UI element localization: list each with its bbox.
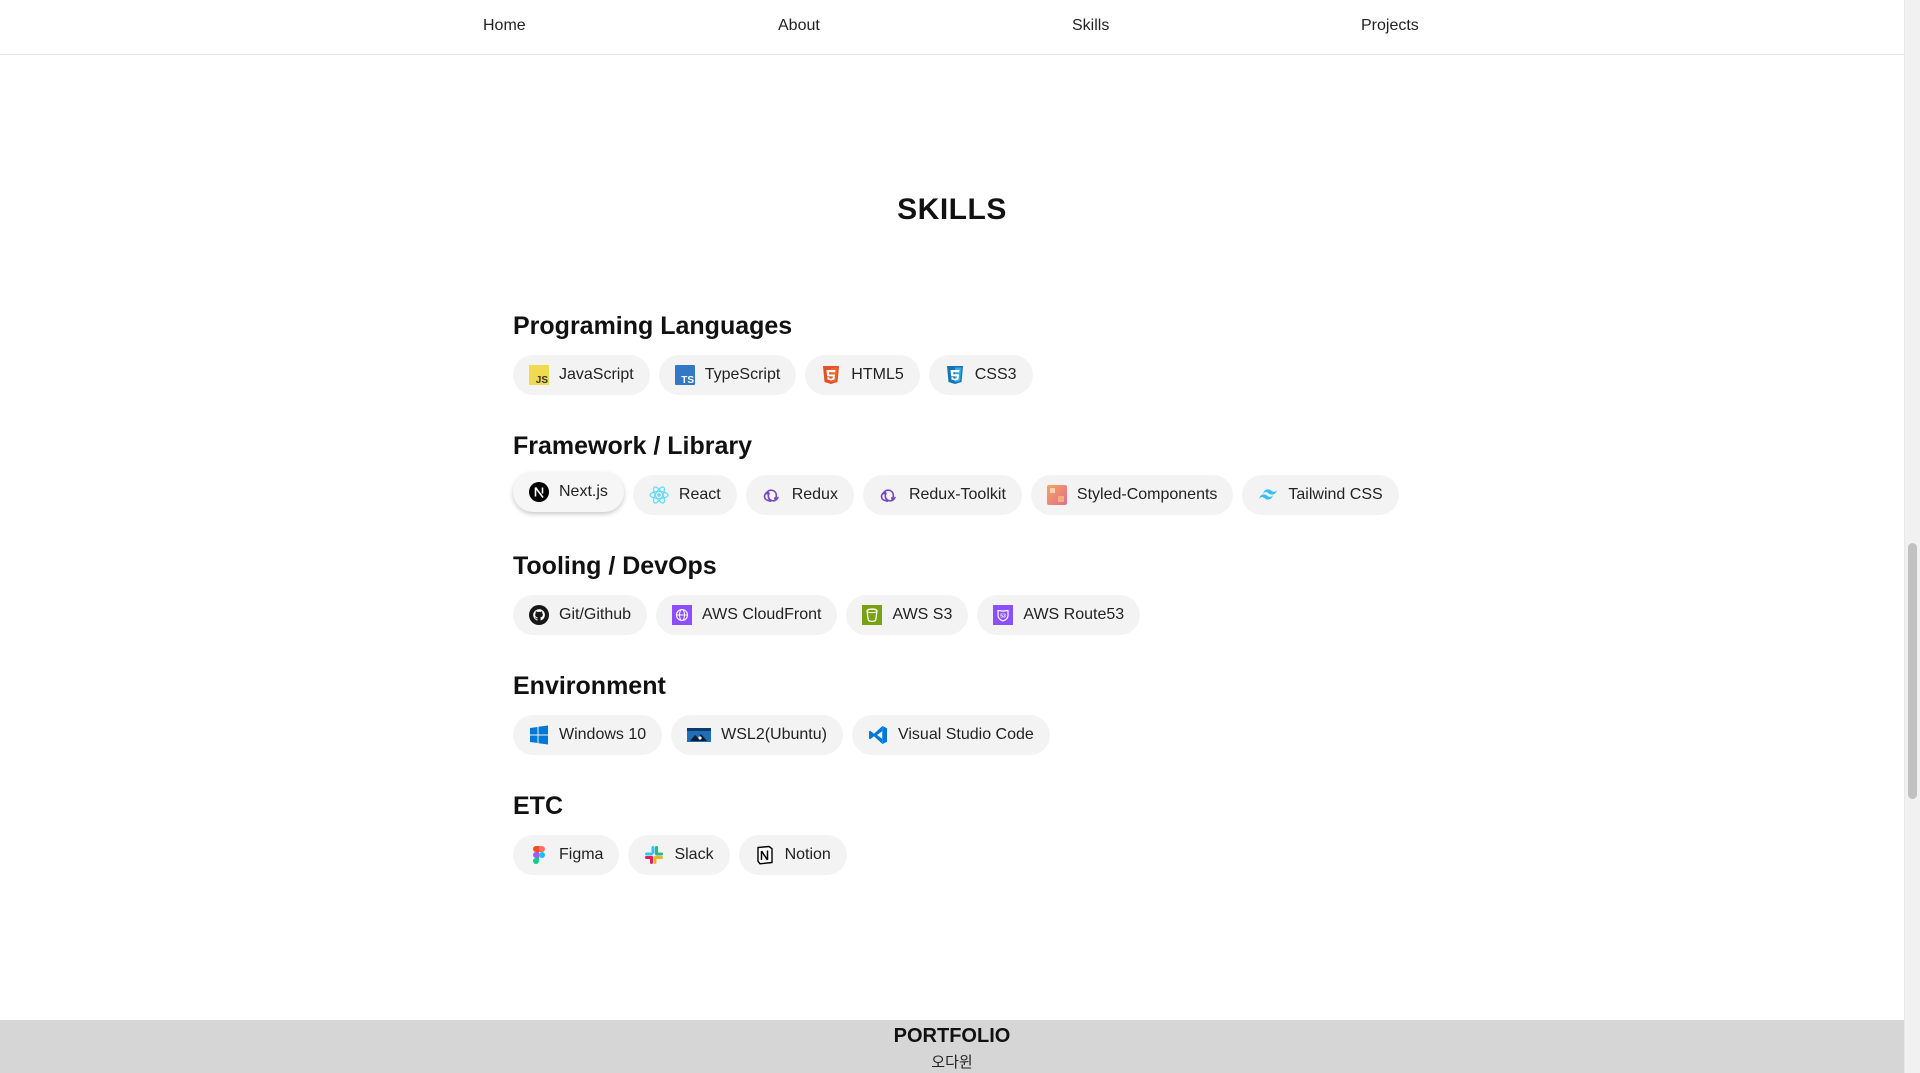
skill-group-environment: Environment Windows 10 WSL2(Ubuntu) Visu… — [513, 669, 1413, 789]
figma-icon — [529, 845, 549, 865]
skill-label: AWS S3 — [892, 606, 953, 623]
skills-section: Programing Languages JS JavaScript TS Ty… — [513, 309, 1413, 909]
scrollbar-thumb[interactable] — [1908, 543, 1917, 799]
skill-chip-slack[interactable]: Slack — [628, 835, 730, 875]
skill-chip-html5[interactable]: HTML5 — [805, 355, 920, 395]
css3-icon — [945, 365, 965, 385]
skill-chip-aws-route53[interactable]: 53 AWS Route53 — [977, 595, 1141, 635]
svg-text:TS: TS — [681, 375, 694, 385]
skill-chip-figma[interactable]: Figma — [513, 835, 620, 875]
github-icon — [529, 605, 549, 625]
skill-label: Slack — [674, 846, 714, 863]
skill-chip-notion[interactable]: Notion — [738, 835, 847, 875]
skill-label: React — [678, 486, 721, 503]
skill-chip-github[interactable]: Git/Github — [513, 595, 648, 635]
styled-components-icon — [1046, 485, 1067, 505]
skill-chip-typescript[interactable]: TS TypeScript — [658, 355, 797, 395]
skill-chip-list: Figma Slack Notion — [513, 835, 1413, 875]
skill-label: Windows 10 — [559, 726, 647, 743]
javascript-icon: JS — [529, 365, 549, 385]
skill-group-etc: ETC Figma Slack Notion — [513, 789, 1413, 909]
skill-group-framework-library: Framework / Library Next.js React Redux — [513, 429, 1413, 549]
notion-icon — [755, 845, 775, 865]
skill-chip-tailwind[interactable]: Tailwind CSS — [1242, 475, 1399, 515]
tailwind-icon — [1258, 485, 1278, 505]
skill-label: Styled-Components — [1076, 486, 1218, 503]
skill-label: JavaScript — [559, 366, 634, 383]
skill-label: Tailwind CSS — [1288, 486, 1383, 503]
skill-chip-styled-components[interactable]: Styled-Components — [1030, 475, 1234, 515]
group-title: Environment — [513, 672, 666, 700]
slack-icon — [644, 845, 664, 865]
skill-chip-nextjs[interactable]: Next.js — [513, 472, 624, 512]
skill-label: AWS Route53 — [1023, 606, 1125, 623]
skill-chip-react[interactable]: React — [632, 475, 737, 515]
footer-title: PORTFOLIO — [893, 1025, 1011, 1047]
skill-chip-windows[interactable]: Windows 10 — [513, 715, 663, 755]
windows-icon — [529, 725, 549, 745]
vscode-icon — [868, 725, 888, 745]
skill-chip-redux[interactable]: Redux — [745, 475, 854, 515]
skill-chip-javascript[interactable]: JS JavaScript — [513, 355, 650, 395]
footer: PORTFOLIO 오다윈 — [0, 1020, 1904, 1073]
skill-group-programming-languages: Programing Languages JS JavaScript TS Ty… — [513, 309, 1413, 429]
group-title: ETC — [513, 792, 563, 820]
skill-label: Redux-Toolkit — [908, 486, 1006, 503]
skill-label: TypeScript — [704, 366, 781, 383]
react-icon — [649, 485, 669, 505]
skill-chip-list: Windows 10 WSL2(Ubuntu) Visual Studio Co… — [513, 715, 1413, 755]
skill-label: Next.js — [559, 483, 608, 500]
skill-label: HTML5 — [851, 366, 904, 383]
skill-chip-list: Next.js React Redux Redux-Toolkit Styled… — [513, 472, 1413, 515]
skill-label: Notion — [784, 846, 831, 863]
group-title: Programing Languages — [513, 312, 793, 340]
skill-chip-wsl[interactable]: WSL2(Ubuntu) — [671, 715, 843, 755]
aws-route53-icon: 53 — [993, 605, 1014, 625]
skill-label: Redux — [791, 486, 838, 503]
skill-label: WSL2(Ubuntu) — [721, 726, 827, 743]
typescript-icon: TS — [674, 365, 695, 385]
skill-chip-aws-cloudfront[interactable]: AWS CloudFront — [656, 595, 838, 635]
skill-label: Visual Studio Code — [897, 726, 1034, 743]
redux-icon — [762, 485, 782, 505]
skill-chip-vscode[interactable]: Visual Studio Code — [851, 715, 1050, 755]
aws-s3-icon — [862, 605, 883, 625]
wsl-icon — [687, 725, 712, 745]
skill-label: CSS3 — [974, 366, 1017, 383]
footer-author-name: 오다윈 — [931, 1053, 973, 1071]
redux-toolkit-icon — [879, 485, 899, 505]
nav-skills-link[interactable]: Skills — [1072, 17, 1109, 35]
group-title: Framework / Library — [513, 432, 752, 460]
nav-home-link[interactable]: Home — [483, 17, 526, 35]
group-title: Tooling / DevOps — [513, 552, 717, 580]
page-scrollbar[interactable] — [1904, 0, 1920, 1073]
nav-about-link[interactable]: About — [778, 17, 820, 35]
svg-text:53: 53 — [1001, 613, 1007, 619]
page-title: SKILLS — [897, 193, 1007, 226]
aws-cloudfront-icon — [672, 605, 693, 625]
html5-icon — [821, 365, 841, 385]
svg-text:JS: JS — [536, 375, 549, 385]
skill-chip-list: JS JavaScript TS TypeScript HTML5 CSS3 — [513, 355, 1413, 395]
skill-label: Git/Github — [559, 606, 632, 623]
skill-chip-redux-toolkit[interactable]: Redux-Toolkit — [862, 475, 1022, 515]
skill-label: Figma — [559, 846, 604, 863]
skill-chip-list: Git/Github AWS CloudFront AWS S3 53 AWS … — [513, 595, 1413, 635]
skill-chip-aws-s3[interactable]: AWS S3 — [846, 595, 969, 635]
nextjs-icon — [529, 482, 549, 502]
skill-group-tooling-devops: Tooling / DevOps Git/Github AWS CloudFro… — [513, 549, 1413, 669]
skill-chip-css3[interactable]: CSS3 — [928, 355, 1033, 395]
skill-label: AWS CloudFront — [702, 606, 822, 623]
top-nav: Home About Skills Projects — [0, 0, 1904, 55]
nav-projects-link[interactable]: Projects — [1361, 17, 1419, 35]
